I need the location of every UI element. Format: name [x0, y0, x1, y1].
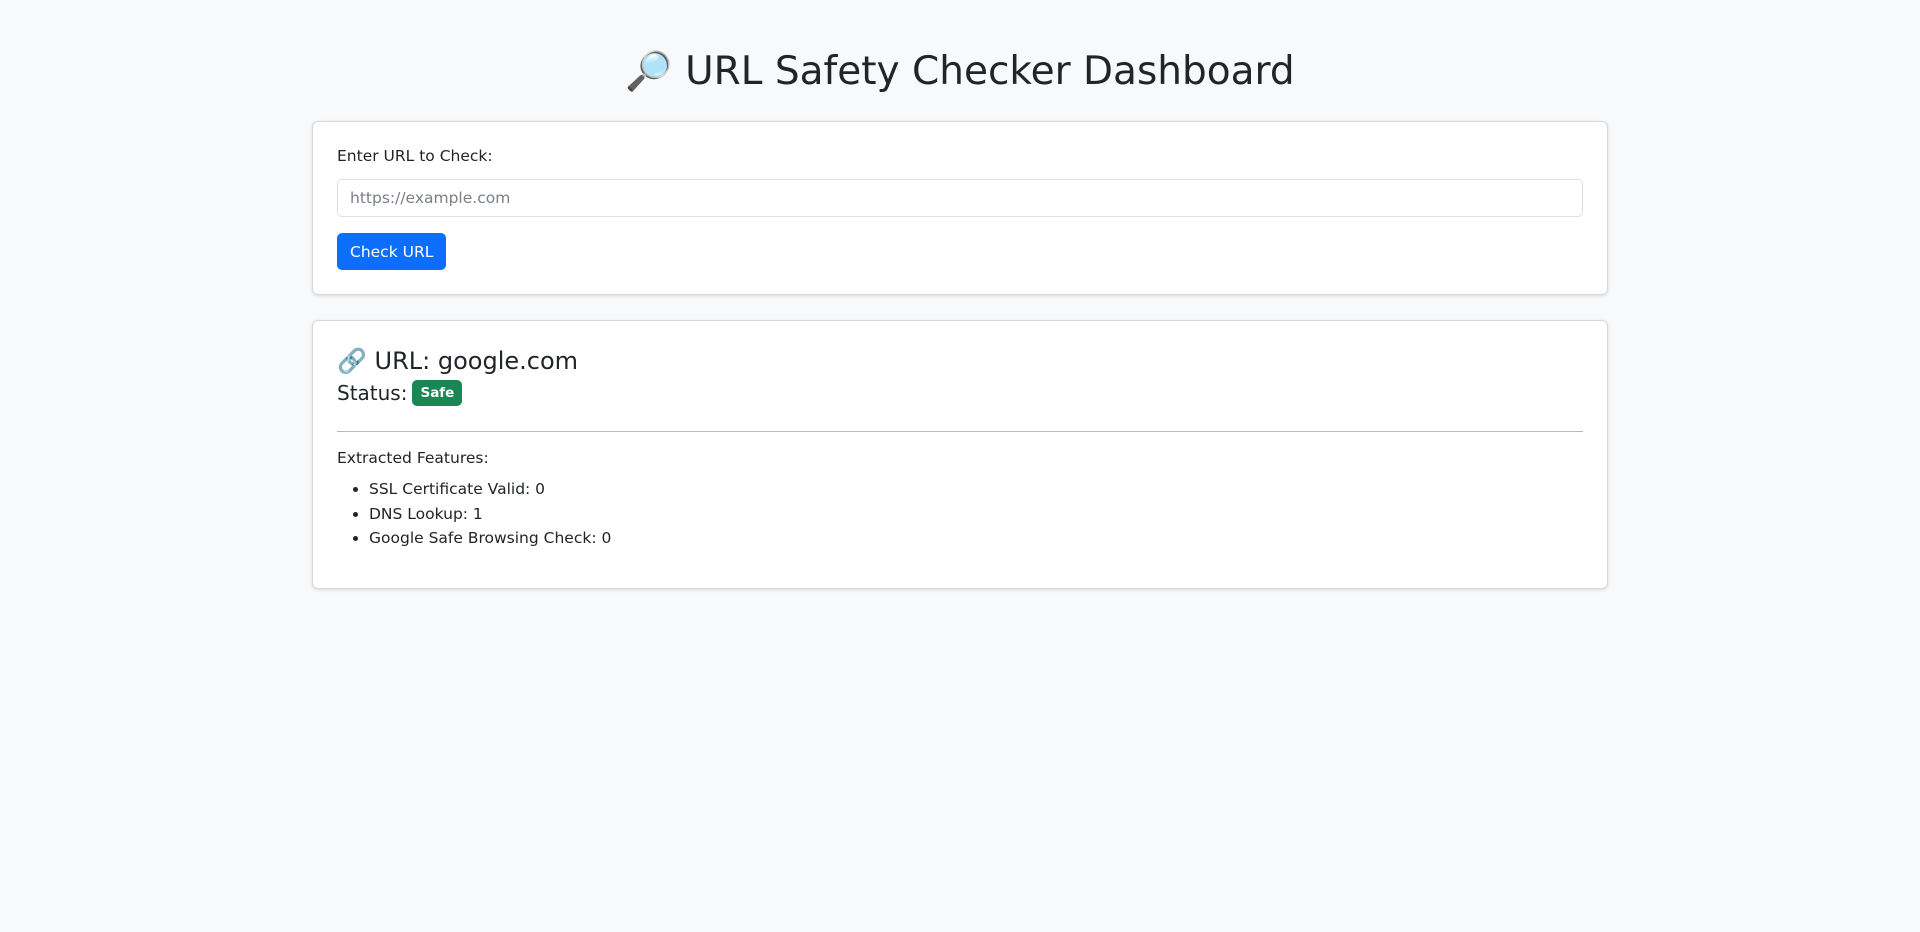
magnifier-icon: 🔎 — [625, 49, 673, 93]
url-input[interactable] — [337, 179, 1583, 217]
list-item: Google Safe Browsing Check: 0 — [369, 526, 1583, 551]
features-title: Extracted Features: — [337, 449, 489, 467]
status-label: Status: — [337, 381, 408, 405]
list-item: DNS Lookup: 1 — [369, 502, 1583, 527]
status-line: Status: Safe — [337, 379, 1583, 407]
page-title: 🔎 URL Safety Checker Dashboard — [312, 48, 1608, 95]
features-list: SSL Certificate Valid: 0 DNS Lookup: 1 G… — [337, 477, 1583, 551]
url-input-label: Enter URL to Check: — [337, 147, 493, 165]
status-badge: Safe — [412, 380, 463, 406]
main-container: 🔎 URL Safety Checker Dashboard Enter URL… — [312, 0, 1608, 589]
page-title-text: URL Safety Checker Dashboard — [685, 49, 1295, 94]
result-url-heading: 🔗 URL: google.com — [337, 346, 1583, 376]
check-url-button[interactable]: Check URL — [337, 233, 447, 270]
link-icon: 🔗 — [337, 347, 367, 375]
result-url-text: URL: google.com — [374, 347, 579, 375]
list-item: SSL Certificate Valid: 0 — [369, 477, 1583, 502]
divider — [337, 431, 1583, 432]
url-form-card: Enter URL to Check: Check URL — [312, 121, 1608, 295]
result-card: 🔗 URL: google.com Status: Safe Extracted… — [312, 320, 1608, 589]
